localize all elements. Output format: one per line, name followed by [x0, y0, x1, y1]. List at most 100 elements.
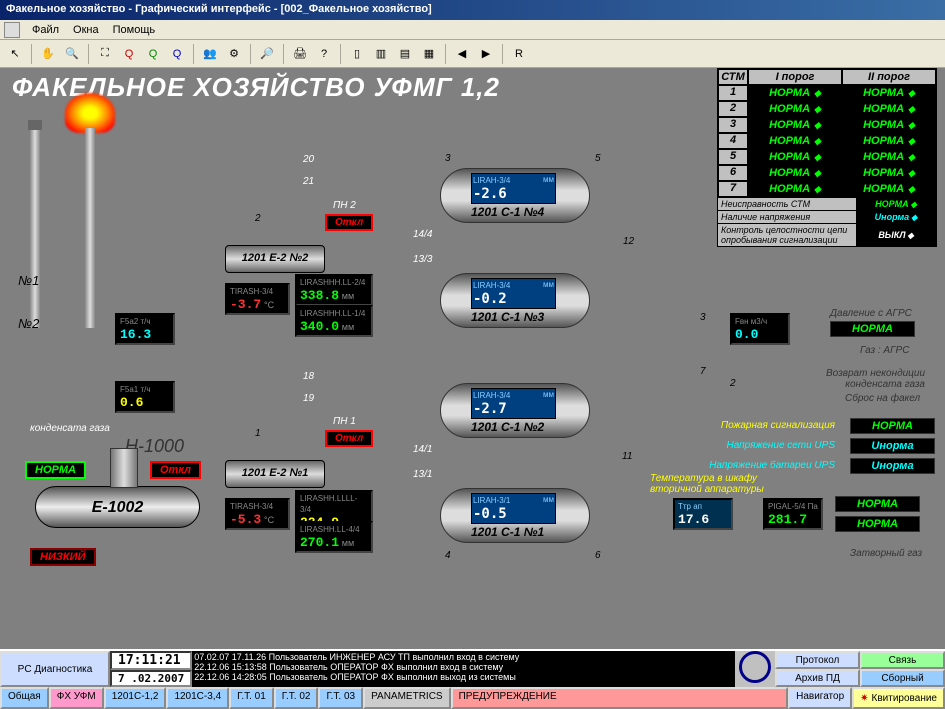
sborn-button[interactable]: Сборный [860, 669, 945, 687]
sbros-label: Сброс на факел [845, 393, 920, 404]
zatv-label: Затворный газ [850, 548, 922, 559]
return-label: Возврат некондиции конденсата газа [795, 368, 925, 390]
ups-v-val: Uнорма [850, 438, 935, 454]
tirash34-display[interactable]: TIRASH-3/4 -3.7 °C [225, 283, 290, 315]
f5a2-display[interactable]: F5a2 т/ч 16.3 [115, 313, 175, 345]
menu-windows[interactable]: Окна [67, 22, 105, 37]
display-label: F5a2 т/ч [120, 317, 151, 326]
valve-label: 7 [700, 366, 706, 377]
e1002-tank: Е-1002 [35, 486, 200, 528]
sep1-pn: ПН 1 [333, 416, 356, 427]
f5a1-display[interactable]: F5a1 т/ч 0.6 [115, 381, 175, 413]
valve-label: 3 [700, 312, 706, 323]
print-icon[interactable]: 🖨 [289, 43, 311, 65]
search-icon[interactable]: 🔎 [256, 43, 278, 65]
lirash4-display[interactable]: LIRASHH.LL-4/4 270.1 мм [295, 521, 373, 553]
tank-display[interactable]: LIRAH-3/1мм-0.5 [471, 493, 556, 524]
tab-1201-12[interactable]: 1201С-1,2 [104, 687, 167, 709]
tirash-bot-display[interactable]: TIRASH-3/4 -5.3 °C [225, 498, 290, 530]
stm-integrity-label: Контроль целостности цепи опробывания си… [718, 224, 856, 246]
lirash2-display[interactable]: LIRASHHH.LL-1/4 340.0 мм [295, 305, 373, 337]
e1002-label: Е-1002 [36, 487, 199, 517]
menu-file[interactable]: Файл [26, 22, 65, 37]
tab-1201-34[interactable]: 1201С-3,4 [166, 687, 229, 709]
flare-no1: №1 [18, 273, 39, 288]
sep1-state: Откл [325, 430, 373, 447]
stm-cell: НОРМА [748, 165, 842, 181]
tab-general[interactable]: Общая [0, 687, 49, 709]
tab-warning[interactable]: ПРЕДУПРЕЖДЕНИЕ [451, 687, 789, 709]
display-label: LIRASHH.LL-4/4 [300, 525, 360, 534]
display-value: 0.6 [120, 395, 143, 410]
flame-icon [65, 93, 115, 133]
zoom-in-icon[interactable]: Q [142, 43, 164, 65]
display-unit: мм [342, 322, 354, 332]
help-icon[interactable]: ? [313, 43, 335, 65]
valve-label: 13/1 [413, 469, 432, 480]
stm-panel: СТМ I порог II порог 1НОРМАНОРМА 2НОРМАН… [717, 68, 937, 247]
layout2-icon[interactable]: ▥ [370, 43, 392, 65]
users-icon[interactable]: 👥 [199, 43, 221, 65]
tank-display[interactable]: LIRAH-3/4мм-2.7 [471, 388, 556, 419]
tank-display[interactable]: LIRAH-3/4мм-0.2 [471, 278, 556, 309]
tank-display[interactable]: LIRAH-3/4мм-2.6 [471, 173, 556, 204]
event-log[interactable]: 07.02.07 17.11.26 Пользователь ИНЖЕНЕР А… [192, 651, 735, 687]
navigator-button[interactable]: Навигатор [788, 687, 852, 709]
fvn-display[interactable]: Fвн м3/ч 0.0 [730, 313, 790, 345]
display-label: TIRASH-3/4 [230, 287, 273, 296]
app-icon [4, 22, 20, 38]
arrow-icon[interactable]: ↖ [4, 43, 26, 65]
display-value: 270.1 [300, 535, 339, 550]
layout1-icon[interactable]: ▯ [346, 43, 368, 65]
display-value: 16.3 [120, 327, 151, 342]
diag-button[interactable]: PC Диагностика [0, 651, 110, 687]
nav-fwd-icon[interactable]: ▶ [475, 43, 497, 65]
display-label: LIRASHHH.LL-1/4 [300, 309, 365, 318]
hand-icon[interactable]: ✋ [37, 43, 59, 65]
zoom-out-icon[interactable]: Q [118, 43, 140, 65]
flare-no2: №2 [18, 316, 39, 331]
menubar: Файл Окна Помощь [0, 20, 945, 40]
stm-row-num: 2 [718, 101, 748, 117]
nav-back-icon[interactable]: ◀ [451, 43, 473, 65]
arhiv-button[interactable]: Архив ПД [775, 669, 860, 687]
gas-agrs-label: Газ : АГРС [860, 345, 909, 356]
menu-help[interactable]: Помощь [107, 22, 162, 37]
stm-col-ii: II порог [842, 69, 936, 85]
pigal-display[interactable]: PIGAL-5/4 Па 281.7 [763, 498, 823, 530]
r-button[interactable]: R [508, 43, 530, 65]
kvit-button[interactable]: ✷Квитирование [852, 687, 945, 709]
tab-gt02[interactable]: Г.Т. 02 [274, 687, 319, 709]
tab-gt03[interactable]: Г.Т. 03 [318, 687, 363, 709]
lirash1-display[interactable]: LIRASHHH.LL-2/4 338.8 мм [295, 274, 373, 306]
valve-label: 19 [303, 393, 314, 404]
trap-display[interactable]: Tтр ап 17.6 [673, 498, 733, 530]
fit-icon[interactable]: ⛶ [94, 43, 116, 65]
sep2-state: Откл [325, 214, 373, 231]
norma2-val: НОРМА [835, 516, 920, 532]
zoom-reset-icon[interactable]: Q [166, 43, 188, 65]
zoom-icon[interactable]: 🔍 [61, 43, 83, 65]
tab-fh[interactable]: ФХ УФM [49, 687, 104, 709]
valve-label: 13/3 [413, 254, 432, 265]
agrs-p-label: Давление с АГРС [830, 308, 912, 319]
stm-fault-val: НОРМА [856, 198, 936, 210]
config-icon[interactable]: ⚙ [223, 43, 245, 65]
separator-2: 1201 Е-2 №2 [225, 245, 325, 273]
protocol-button[interactable]: Протокол [775, 651, 860, 669]
condensate-label: конденсата газа [30, 423, 110, 434]
tab-panametrics[interactable]: PANAMETRICS [363, 687, 451, 709]
tab-gt01[interactable]: Г.Т. 01 [229, 687, 274, 709]
layout3-icon[interactable]: ▤ [394, 43, 416, 65]
valve-label: 2 [730, 378, 736, 389]
svyaz-button[interactable]: Связь [860, 651, 945, 669]
display-label: Tтр ап [678, 502, 702, 511]
low-status: НИЗКИЙ [30, 548, 96, 566]
layout4-icon[interactable]: ▦ [418, 43, 440, 65]
stm-col-num: СТМ [718, 69, 748, 85]
display-value: 281.7 [768, 512, 807, 527]
tank-c1-1: LIRAH-3/1мм-0.5 1201 С-1 №1 [440, 488, 590, 543]
stm-voltage-val: Uнорма [856, 211, 936, 223]
stm-cell: НОРМА [842, 117, 936, 133]
display-label: F5a1 т/ч [120, 385, 151, 394]
